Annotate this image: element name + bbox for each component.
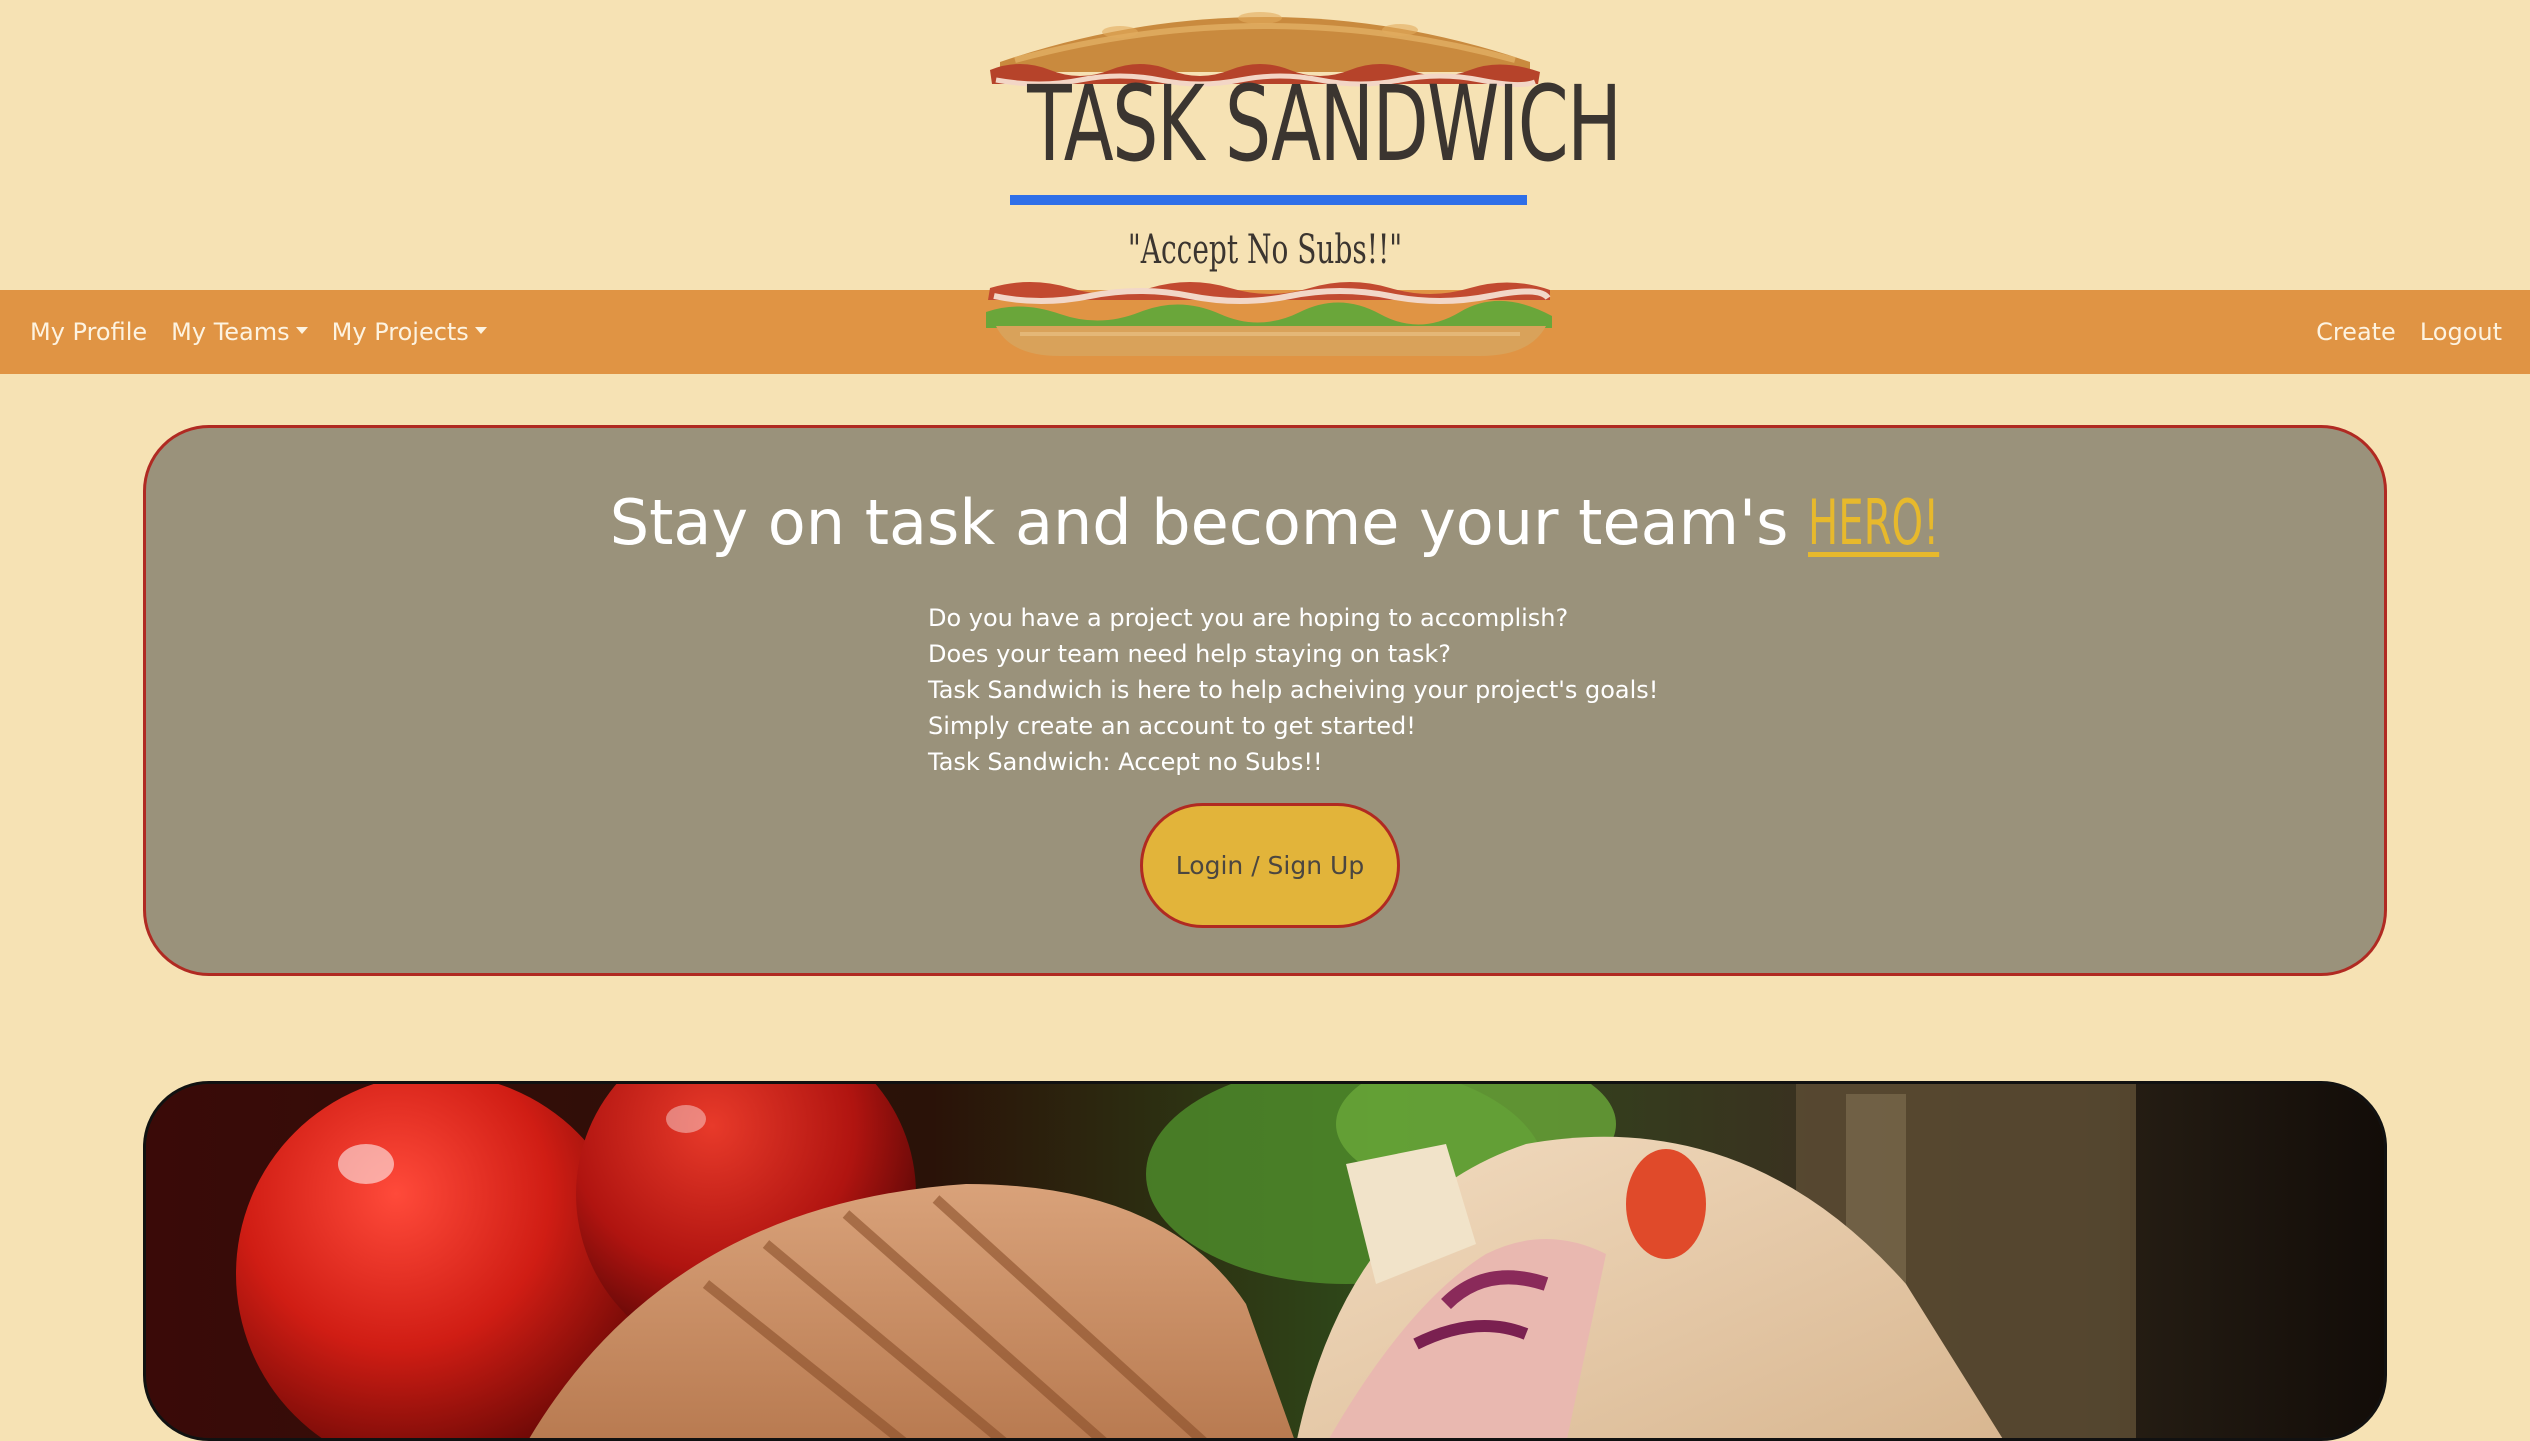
nav-logout[interactable]: Logout	[2408, 318, 2514, 346]
hero-highlight-link[interactable]: HERO!	[1808, 486, 1939, 560]
nav-my-profile[interactable]: My Profile	[18, 318, 159, 346]
hero-line: Does your team need help staying on task…	[928, 640, 1452, 668]
nav-my-profile-label: My Profile	[30, 318, 148, 346]
logo-title: TASK SANDWICH	[1027, 63, 1622, 185]
hero-line: Task Sandwich: Accept no Subs!!	[928, 748, 1323, 776]
nav-create-label: Create	[2316, 318, 2396, 346]
nav-my-teams-label: My Teams	[171, 318, 290, 346]
hero-card: Stay on task and become your team's HERO…	[143, 425, 2387, 976]
sandwich-photo-image	[146, 1084, 2384, 1438]
hero-heading: Stay on task and become your team's HERO…	[146, 486, 2384, 560]
nav-logout-label: Logout	[2419, 318, 2502, 346]
site-logo[interactable]: TASK SANDWICH "Accept No Subs!!"	[960, 0, 1622, 356]
caret-down-icon	[295, 326, 308, 334]
nav-my-teams-dropdown[interactable]: My Teams	[159, 318, 319, 346]
nav-right-group: Create Logout	[2304, 290, 2514, 374]
hero-description: Do you have a project you are hoping to …	[928, 600, 1658, 780]
hero-line: Do you have a project you are hoping to …	[928, 604, 1569, 632]
hero-line: Task Sandwich is here to help acheiving …	[928, 676, 1659, 704]
nav-my-projects-label: My Projects	[331, 318, 469, 346]
nav-left-group: My Profile My Teams My Projects	[18, 290, 499, 374]
hero-heading-text: Stay on task and become your team's	[609, 486, 1809, 559]
login-signup-label: Login / Sign Up	[1175, 851, 1365, 880]
hero-line: Simply create an account to get started!	[928, 712, 1416, 740]
login-signup-button[interactable]: Login / Sign Up	[1140, 803, 1400, 928]
logo-underline	[1010, 195, 1527, 205]
nav-create[interactable]: Create	[2304, 318, 2408, 346]
sandwich-photo	[143, 1081, 2387, 1441]
nav-my-projects-dropdown[interactable]: My Projects	[320, 318, 499, 346]
caret-down-icon	[474, 326, 487, 334]
logo-motto: "Accept No Subs!!"	[1127, 227, 1403, 273]
